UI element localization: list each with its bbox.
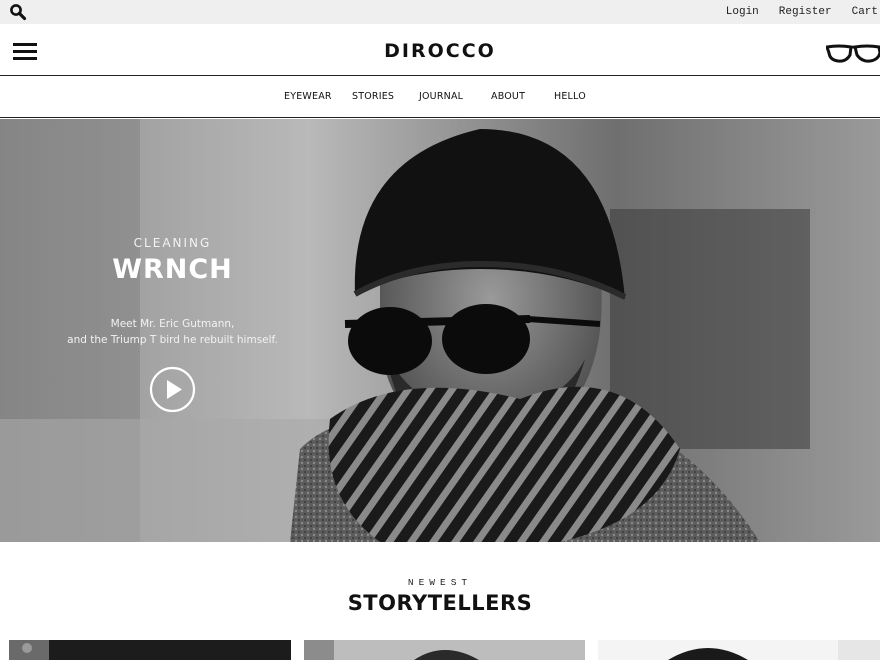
hero-description-line-1: Meet Mr. Eric Gutmann,: [110, 318, 235, 330]
nav-item-journal[interactable]: JOURNAL: [419, 91, 463, 102]
play-icon[interactable]: [149, 366, 196, 413]
storytellers-kicker: NEWEST: [407, 577, 473, 588]
hero-title[interactable]: WRNCH: [40, 254, 305, 285]
nav-item-stories[interactable]: STORIES: [352, 91, 394, 102]
nav-item-about[interactable]: ABOUT: [491, 91, 525, 102]
storytellers-title: STORYTELLERS: [347, 591, 533, 615]
storyteller-card[interactable]: [598, 640, 880, 660]
nav-item-hello[interactable]: HELLO: [554, 91, 586, 102]
hero-banner: CLEANING WRNCH Meet Mr. Eric Gutmann, an…: [0, 119, 880, 542]
cart-link[interactable]: Cart: [852, 6, 878, 18]
register-link[interactable]: Register: [779, 6, 832, 18]
search-icon[interactable]: [9, 3, 27, 21]
storyteller-card[interactable]: [304, 640, 585, 660]
glasses-icon[interactable]: [826, 42, 880, 64]
main-nav: EYEWEAR STORIES JOURNAL ABOUT HELLO: [0, 76, 880, 118]
hero-description: Meet Mr. Eric Gutmann, and the Triump T …: [40, 316, 305, 348]
hero-description-line-2: and the Triump T bird he rebuilt himself…: [67, 334, 278, 346]
login-link[interactable]: Login: [726, 6, 759, 18]
utility-bar: Login Register Cart: [0, 0, 880, 24]
nav-item-eyewear[interactable]: EYEWEAR: [284, 91, 332, 102]
hero-kicker: CLEANING: [133, 236, 212, 250]
account-links: Login Register Cart: [706, 0, 880, 24]
site-logo[interactable]: DIROCCO: [0, 40, 880, 62]
storyteller-card[interactable]: [9, 640, 291, 660]
site-header: DIROCCO: [0, 24, 880, 76]
